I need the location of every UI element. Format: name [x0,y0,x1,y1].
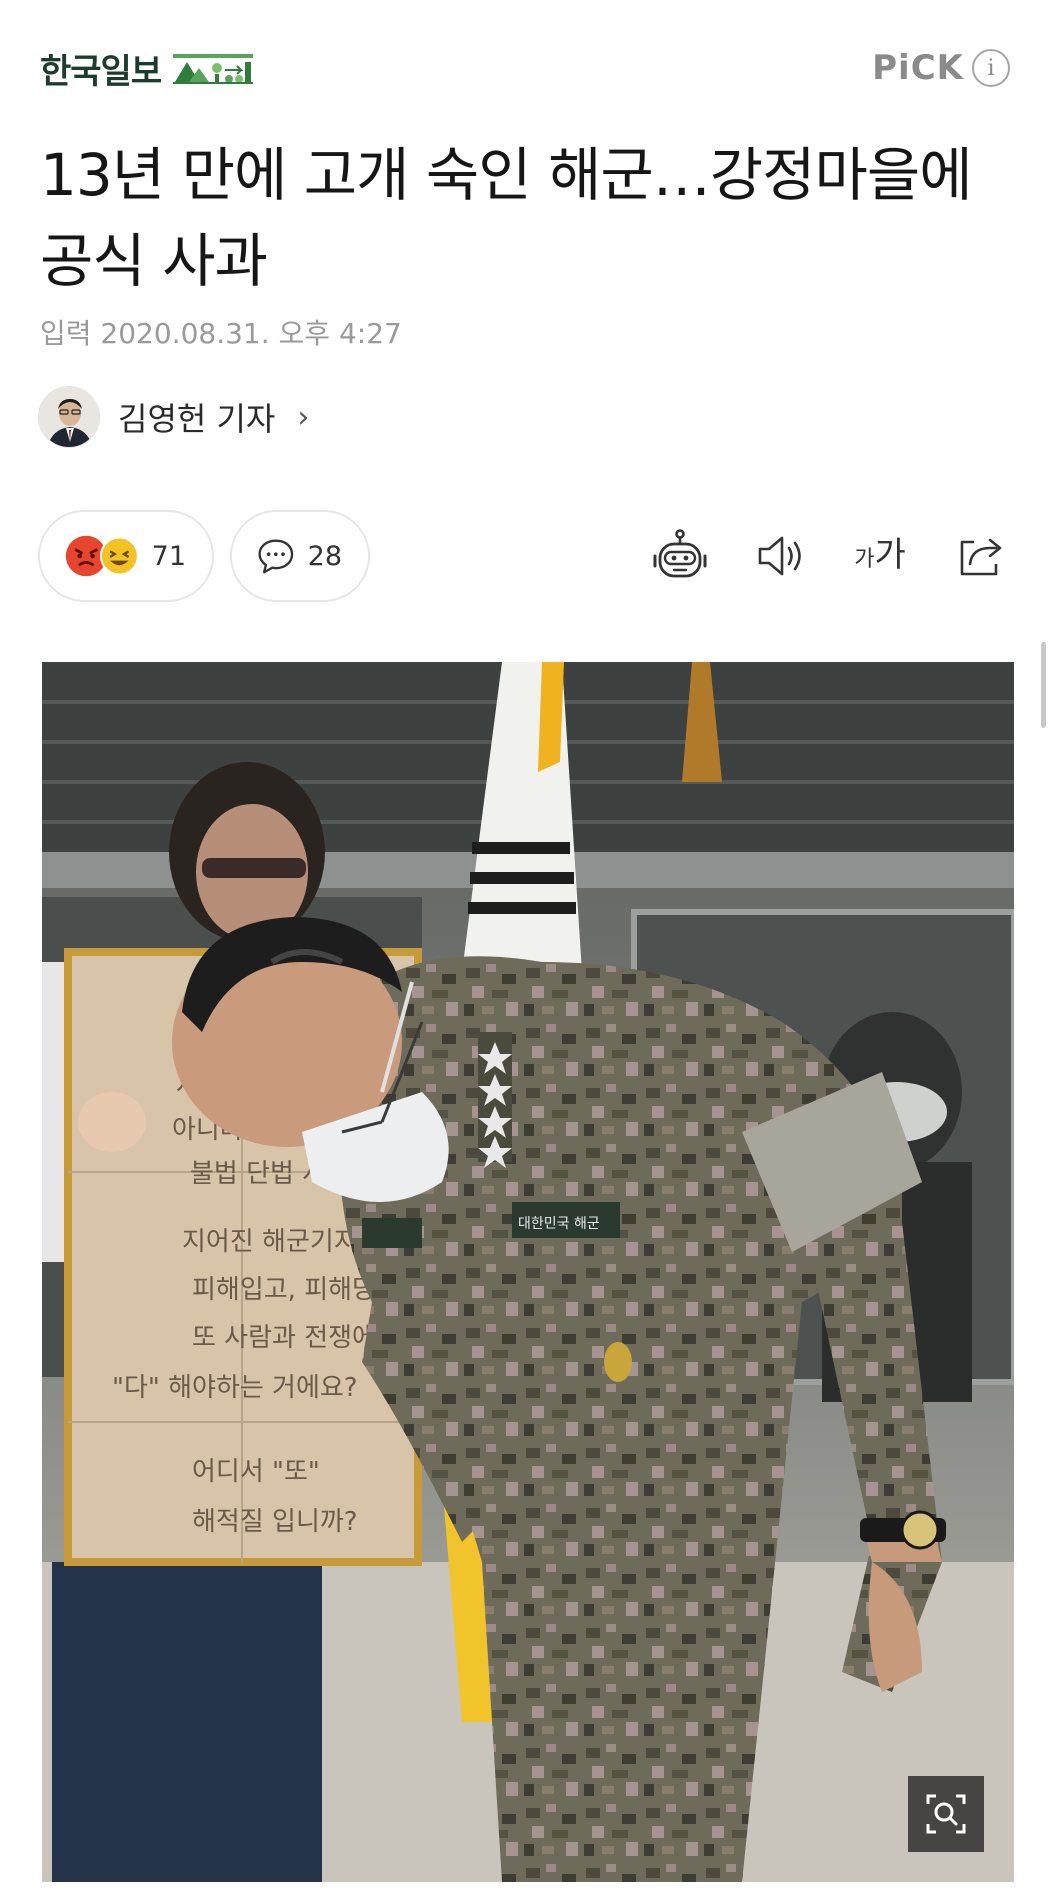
author-name: 김영헌 기자 [118,400,276,438]
font-small-label: 가 [854,547,875,572]
comments-button[interactable]: 28 [230,510,370,602]
author-link[interactable]: 김영헌 기자 › [38,386,309,448]
scroll-indicator[interactable] [1041,642,1046,728]
reactions-button[interactable]: 71 [38,510,214,602]
laughing-face-icon [99,536,139,576]
pick-badge[interactable]: PiCK i [872,48,1010,88]
brand-logo-icon [171,51,256,85]
bowing-officer-photo: 사... 아니라 해군기지 불법 단법 사... 지어진 해군기지 피해입고, … [42,662,1014,1882]
speaker-icon [758,536,801,576]
font-size-button[interactable]: 가 가 [851,527,909,585]
comment-bubble-icon [258,539,294,574]
pick-label: PiCK [872,48,964,88]
zoom-search-icon [926,1794,966,1834]
rank-stars-icon [478,1032,512,1168]
article-photo[interactable]: 사... 아니라 해군기지 불법 단법 사... 지어진 해군기지 피해입고, … [42,662,1014,1882]
sign-line: 지어진 해군기지 [182,1227,358,1257]
robot-icon [653,529,707,578]
summary-bot-button[interactable] [651,527,709,585]
article-tools: 가 가 [651,527,1013,585]
reaction-count: 71 [151,540,186,572]
audio-button[interactable] [751,527,809,585]
comment-count: 28 [307,540,342,572]
name-tag: 대한민국 해군 [518,1216,600,1232]
share-button[interactable] [951,527,1009,585]
reaction-emojis [65,535,139,577]
brand[interactable]: 한국일보 [40,44,256,93]
article-title: 13년 만에 고개 숙인 해군…강정마을에 공식 사과 [40,141,973,295]
brand-name: 한국일보 [40,51,162,92]
article-date: 입력 2020.08.31. 오후 4:27 [40,317,402,350]
sign-line: 해적질 입니까? [192,1507,358,1537]
author-avatar [38,386,100,448]
action-bar: 71 28 가 가 [38,510,1013,602]
chevron-right-icon: › [297,399,310,435]
share-icon [960,538,1002,576]
sign-line: "다" 해야하는 거에요? [112,1373,358,1403]
top-bar: 한국일보 PiCK i [40,40,1010,96]
sign-line: 어디서 "또" [192,1457,320,1487]
font-big-label: 가 [874,535,906,575]
author-photo-icon [39,387,99,447]
photo-zoom-button[interactable] [908,1776,984,1852]
info-icon[interactable]: i [972,49,1010,87]
